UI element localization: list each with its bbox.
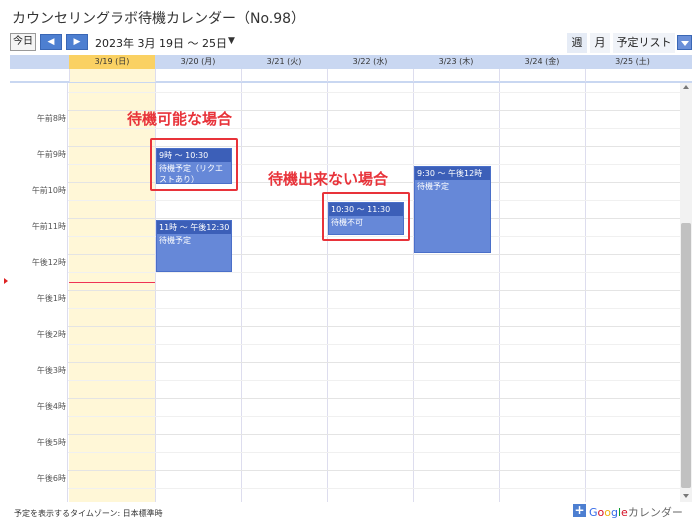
hour-line	[68, 92, 680, 93]
time-label: 午前8時	[36, 114, 66, 123]
all-day-cell[interactable]	[155, 69, 241, 82]
all-day-cell-sun[interactable]	[69, 69, 155, 82]
hour-line	[68, 362, 680, 363]
prev-week-button[interactable]: ◀	[40, 34, 62, 50]
current-time-marker-icon	[4, 278, 8, 284]
all-day-cell[interactable]	[327, 69, 413, 82]
unavailable-annotation-box	[322, 192, 410, 241]
chevron-right-icon: ▶	[73, 37, 81, 47]
vertical-scrollbar[interactable]	[680, 83, 692, 502]
hour-line	[68, 470, 680, 471]
day-header-mon[interactable]: 3/20 (月)	[155, 55, 241, 69]
day-header-row: 3/19 (日) 3/20 (月) 3/21 (火) 3/22 (水) 3/23…	[10, 55, 692, 69]
time-label: 午後1時	[36, 294, 66, 303]
time-grid[interactable]: 午前8時 午前9時 午前10時 午前11時 午後12時 午後1時 午後2時 午後…	[10, 83, 680, 502]
hour-line	[68, 452, 680, 453]
day-header-thu[interactable]: 3/23 (木)	[413, 55, 499, 69]
event-title: 待機予定	[159, 236, 191, 245]
today-button[interactable]: 今日	[10, 33, 36, 51]
time-label: 午前10時	[31, 186, 66, 195]
hour-line	[68, 416, 680, 417]
event-block[interactable]: 9:30 ～ 午後12時 待機予定	[414, 166, 491, 253]
event-block[interactable]: 11時 ～ 午後12:30 待機予定	[156, 220, 232, 272]
plus-icon[interactable]: +	[573, 504, 586, 517]
day-header-fri[interactable]: 3/24 (金)	[499, 55, 585, 69]
scroll-down-arrow-icon[interactable]	[683, 494, 689, 498]
scroll-thumb[interactable]	[681, 223, 691, 488]
hour-line	[68, 488, 680, 489]
hour-line	[68, 272, 680, 273]
day-header-wed[interactable]: 3/22 (水)	[327, 55, 413, 69]
time-label: 午後5時	[36, 438, 66, 447]
unavailable-annotation-label: 待機出来ない場合	[268, 170, 389, 188]
time-label: 午後2時	[36, 330, 66, 339]
scroll-up-arrow-icon[interactable]	[683, 85, 689, 89]
hour-line	[68, 290, 680, 291]
available-annotation-label: 待機可能な場合	[127, 110, 233, 128]
header-corner	[10, 55, 68, 69]
time-label: 午後4時	[36, 402, 66, 411]
all-day-row[interactable]	[10, 69, 692, 82]
hour-line	[68, 326, 680, 327]
timezone-note: 予定を表示するタイムゾーン: 日本標準時	[14, 509, 163, 518]
current-time-line	[69, 282, 155, 283]
hour-line	[68, 308, 680, 309]
calendar-title: カウンセリングラボ待機カレンダー（No.98）	[12, 11, 306, 27]
date-dropdown-icon[interactable]: ▼	[228, 36, 235, 46]
view-agenda-button[interactable]: 予定リスト	[613, 33, 675, 53]
time-label: 午前9時	[36, 150, 66, 159]
all-day-cell[interactable]	[241, 69, 327, 82]
time-label: 午後3時	[36, 366, 66, 375]
view-week-button[interactable]: 週	[567, 33, 587, 53]
event-time: 11時 ～ 午後12:30	[157, 221, 231, 234]
time-label: 午後6時	[36, 474, 66, 483]
view-month-button[interactable]: 月	[590, 33, 610, 53]
day-header-sat[interactable]: 3/25 (土)	[585, 55, 680, 69]
all-day-cell[interactable]	[499, 69, 585, 82]
chevron-left-icon: ◀	[47, 37, 55, 47]
day-header-tue[interactable]: 3/21 (火)	[241, 55, 327, 69]
all-day-cell[interactable]	[413, 69, 499, 82]
time-label: 午前11時	[31, 222, 66, 231]
view-menu-dropdown-icon[interactable]	[677, 35, 692, 50]
hour-line	[68, 380, 680, 381]
event-time: 9:30 ～ 午後12時	[415, 167, 490, 180]
event-title: 待機予定	[417, 182, 449, 191]
hour-line	[68, 434, 680, 435]
day-header-sun[interactable]: 3/19 (日)	[69, 55, 155, 69]
next-week-button[interactable]: ▶	[66, 34, 88, 50]
toolbar: 今日 ◀ ▶ 2023年 3月 19日 ～ 25日 ▼ 週 月 予定リスト	[10, 33, 692, 53]
google-calendar-logo[interactable]: Googleカレンダー	[589, 504, 683, 520]
time-label: 午後12時	[31, 258, 66, 267]
all-day-cell[interactable]	[585, 69, 680, 82]
available-annotation-box	[150, 138, 238, 191]
hour-line	[68, 398, 680, 399]
week-calendar: 3/19 (日) 3/20 (月) 3/21 (火) 3/22 (水) 3/23…	[10, 55, 692, 502]
date-range-label: 2023年 3月 19日 ～ 25日	[95, 37, 227, 50]
hour-line	[68, 344, 680, 345]
